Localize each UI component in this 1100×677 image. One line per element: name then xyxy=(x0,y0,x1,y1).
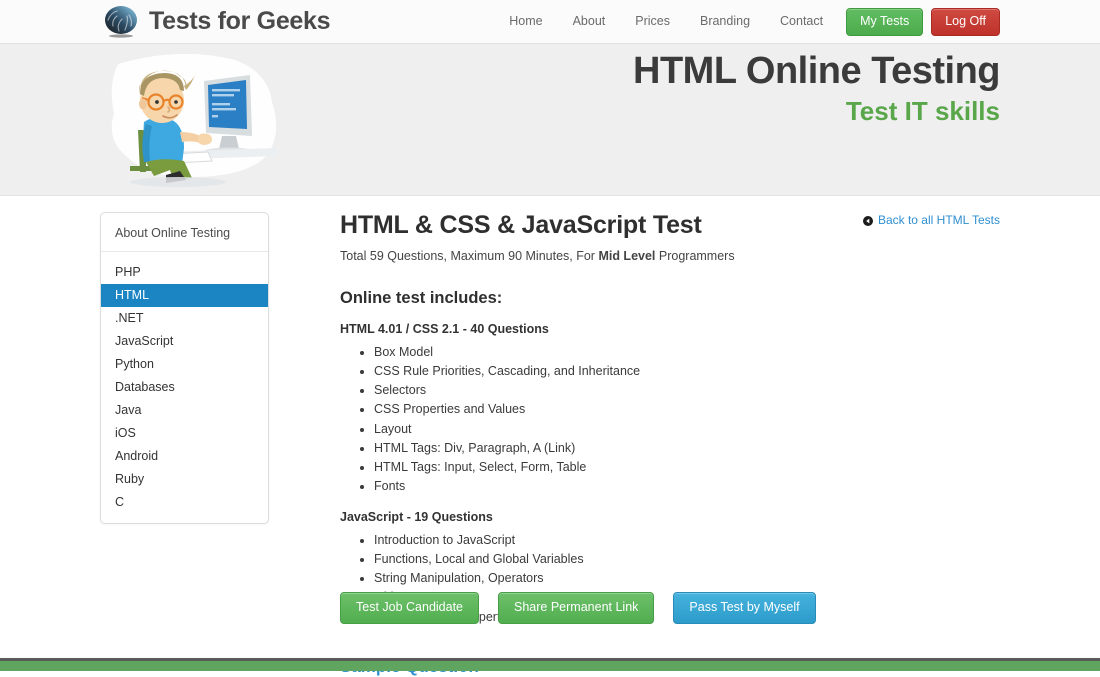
sidebar-item-javascript[interactable]: JavaScript xyxy=(101,330,268,353)
sidebar-item-ios[interactable]: iOS xyxy=(101,422,268,445)
boy-at-computer-illustration xyxy=(100,44,290,189)
list-item: HTML Tags: Input, Select, Form, Table xyxy=(374,458,1000,477)
pass-test-by-myself-button[interactable]: Pass Test by Myself xyxy=(673,592,815,624)
topic-list-html-css: Box Model CSS Rule Priorities, Cascading… xyxy=(340,343,1000,496)
sidebar-item-dotnet[interactable]: .NET xyxy=(101,307,268,330)
share-permanent-link-button[interactable]: Share Permanent Link xyxy=(498,592,654,624)
test-meta-level: Mid Level xyxy=(598,249,655,263)
sidebar-item-java[interactable]: Java xyxy=(101,399,268,422)
brand-name: Tests for Geeks xyxy=(149,9,330,34)
group-heading-html-css: HTML 4.01 / CSS 2.1 - 40 Questions xyxy=(340,322,1000,336)
test-job-candidate-button[interactable]: Test Job Candidate xyxy=(340,592,479,624)
sidebar-item-html[interactable]: HTML xyxy=(101,284,268,307)
nav-item-about[interactable]: About xyxy=(558,0,621,43)
list-item: CSS Properties and Values xyxy=(374,400,1000,419)
hero-inner: HTML Online Testing Test IT skills xyxy=(100,44,1000,195)
list-item: HTML Tags: Div, Paragraph, A (Link) xyxy=(374,439,1000,458)
sidebar-item-c[interactable]: C xyxy=(101,491,268,514)
brand-logo-link[interactable]: Tests for Geeks xyxy=(100,4,330,40)
list-item: Selectors xyxy=(374,381,1000,400)
list-item: Box Model xyxy=(374,343,1000,362)
sidebar-panel: About Online Testing PHP HTML .NET JavaS… xyxy=(100,212,269,524)
log-off-button[interactable]: Log Off xyxy=(931,8,1000,36)
action-button-row: Test Job Candidate Share Permanent Link … xyxy=(340,592,816,624)
header-inner: Tests for Geeks Home About Prices Brandi… xyxy=(100,0,1000,43)
test-meta-line: Total 59 Questions, Maximum 90 Minutes, … xyxy=(340,249,1000,263)
page-body: About Online Testing PHP HTML .NET JavaS… xyxy=(100,196,1000,636)
group-heading-javascript: JavaScript - 19 Questions xyxy=(340,510,1000,524)
back-to-all-tests-link[interactable]: Back to all HTML Tests xyxy=(863,213,1000,227)
hero-title: HTML Online Testing xyxy=(633,50,1000,94)
sidebar-item-android[interactable]: Android xyxy=(101,445,268,468)
list-item: CSS Rule Priorities, Cascading, and Inhe… xyxy=(374,362,1000,381)
nav-item-contact[interactable]: Contact xyxy=(765,0,838,43)
back-circle-arrow-icon xyxy=(863,215,873,225)
brain-icon xyxy=(100,4,142,40)
list-item: Layout xyxy=(374,420,1000,439)
nav-item-prices[interactable]: Prices xyxy=(620,0,685,43)
list-item: String Manipulation, Operators xyxy=(374,569,1000,588)
sidebar-item-databases[interactable]: Databases xyxy=(101,376,268,399)
sidebar-list: PHP HTML .NET JavaScript Python Database… xyxy=(101,252,268,514)
nav-item-home[interactable]: Home xyxy=(494,0,557,43)
site-header: Tests for Geeks Home About Prices Brandi… xyxy=(0,0,1100,44)
sidebar-item-ruby[interactable]: Ruby xyxy=(101,468,268,491)
hero-banner: HTML Online Testing Test IT skills xyxy=(0,44,1100,196)
test-meta-prefix: Total 59 Questions, Maximum 90 Minutes, … xyxy=(340,249,598,263)
nav-item-branding[interactable]: Branding xyxy=(685,0,765,43)
list-item: Fonts xyxy=(374,477,1000,496)
sidebar-item-php[interactable]: PHP xyxy=(101,261,268,284)
my-tests-button[interactable]: My Tests xyxy=(846,8,923,36)
hero-subtitle: Test IT skills xyxy=(633,96,1000,127)
list-item: Introduction to JavaScript xyxy=(374,531,1000,550)
includes-heading: Online test includes: xyxy=(340,289,1000,308)
back-link-label: Back to all HTML Tests xyxy=(878,213,1000,227)
hero-text-block: HTML Online Testing Test IT skills xyxy=(633,50,1000,127)
sidebar-item-python[interactable]: Python xyxy=(101,353,268,376)
list-item: Functions, Local and Global Variables xyxy=(374,550,1000,569)
main-nav: Home About Prices Branding Contact My Te… xyxy=(494,0,1000,43)
site-footer xyxy=(0,658,1100,671)
sidebar-heading[interactable]: About Online Testing xyxy=(101,219,268,252)
test-meta-suffix: Programmers xyxy=(655,249,734,263)
